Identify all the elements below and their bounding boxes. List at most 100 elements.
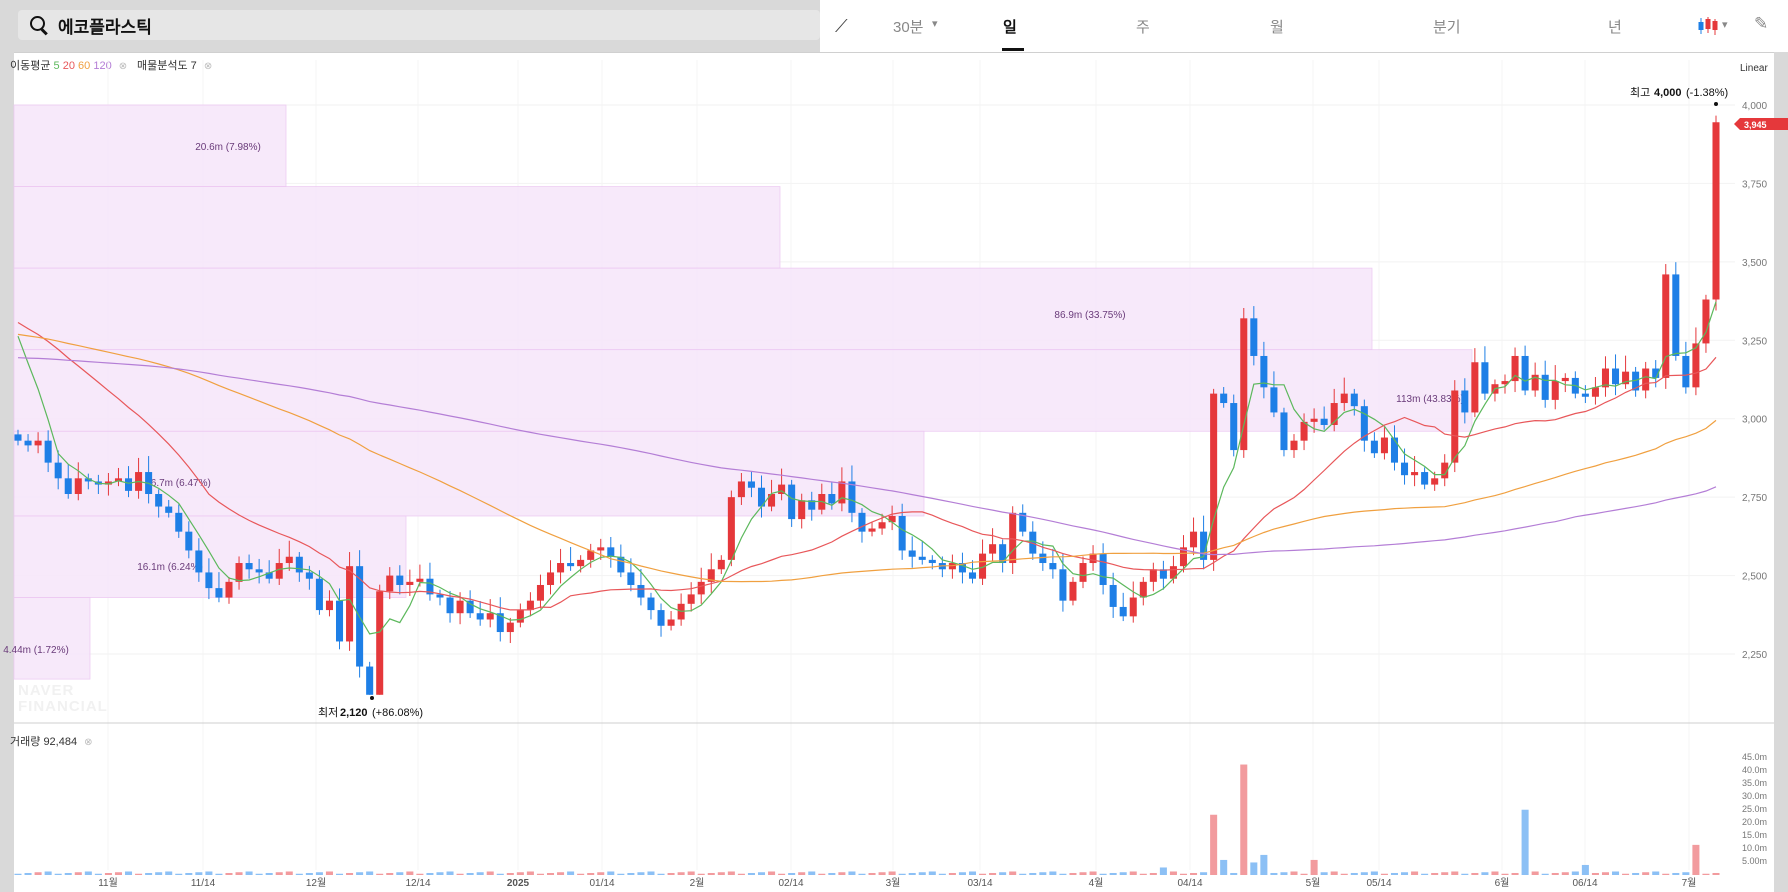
candle-body — [64, 478, 72, 495]
volume-bar — [788, 872, 796, 875]
candle-body — [235, 563, 243, 582]
volume-bar — [446, 871, 454, 875]
candle-body — [486, 613, 494, 620]
volume-bar — [727, 871, 735, 875]
candle-body — [325, 600, 333, 611]
volume-bar — [366, 871, 374, 875]
volume-bar — [979, 873, 987, 875]
candle-body — [647, 597, 655, 611]
volume-bar — [456, 873, 464, 875]
volume-bar — [205, 871, 213, 875]
volume-bar — [295, 873, 303, 875]
volume-bar — [114, 872, 122, 875]
volume-bar — [536, 873, 544, 875]
candle-body — [54, 462, 62, 479]
candle-body — [1320, 418, 1328, 425]
date-tick-label: 03/14 — [967, 878, 992, 889]
candle-body — [155, 494, 163, 507]
candle-body — [1069, 581, 1077, 601]
volume-bar — [1280, 872, 1288, 875]
volume-bar — [737, 873, 745, 875]
candle-body — [44, 440, 52, 463]
candle-body — [1230, 403, 1238, 451]
volume-bar — [1702, 873, 1710, 875]
volume-bar — [1220, 859, 1228, 875]
date-tick-label: 2025 — [507, 878, 530, 889]
price-tick-label: 3,000 — [1742, 415, 1767, 426]
volume-bar — [1009, 871, 1017, 875]
candle-body — [1421, 472, 1429, 485]
price-tick-label: 2,250 — [1742, 650, 1767, 661]
volume-bar — [1672, 872, 1680, 875]
volume-bar — [607, 871, 615, 875]
candle-body — [848, 481, 856, 513]
volume-bar — [928, 871, 936, 875]
volume-bar — [707, 872, 715, 875]
volume-bar — [848, 871, 856, 875]
volume-bar — [1200, 872, 1208, 875]
candle-body — [1642, 368, 1650, 391]
date-tick-label: 02/14 — [778, 878, 803, 889]
volume-bar — [1129, 871, 1137, 875]
date-tick-label: 06/14 — [1572, 878, 1597, 889]
volume-bar — [587, 872, 595, 875]
volume-bar — [898, 873, 906, 875]
candle-body — [597, 547, 605, 551]
volume-tick-label: 10.0m — [1742, 843, 1767, 853]
candle-body — [34, 440, 42, 446]
high-value: 4,000 — [1654, 87, 1682, 99]
candle-body — [868, 528, 876, 532]
volume-bar — [1612, 871, 1620, 875]
volume-bar — [667, 872, 675, 875]
candle-body — [1009, 512, 1017, 564]
candle-body — [1591, 387, 1599, 397]
volume-bar — [34, 872, 42, 875]
volume-bar — [868, 872, 876, 875]
volume-bar — [1350, 872, 1358, 875]
candle-body — [1561, 377, 1569, 382]
candle-body — [175, 512, 183, 532]
volume-bar — [245, 871, 253, 875]
candle-body — [366, 666, 374, 695]
date-tick-label: 11월 — [98, 877, 118, 889]
candle-body — [737, 481, 745, 498]
volume-bar — [1421, 873, 1429, 875]
volume-bar — [557, 872, 565, 875]
candle-body — [446, 597, 454, 614]
candle-body — [627, 572, 635, 585]
volume-bar — [1179, 873, 1188, 875]
volume-tick-label: 20.0m — [1742, 817, 1767, 827]
low-change: (+86.08%) — [372, 707, 423, 719]
candle-body — [1451, 390, 1459, 463]
candle-body — [245, 563, 253, 570]
volume-bar — [145, 872, 153, 875]
volume-bar — [1069, 872, 1077, 875]
candle-body — [295, 556, 303, 573]
candle-body — [1290, 440, 1298, 451]
volume-bar — [74, 872, 82, 875]
candle-body — [185, 531, 193, 551]
price-chart[interactable]: 4,000 3,750 3,500 3,250 3,000 2,750 2,500 2,250… — [0, 0, 1788, 892]
candle-body — [1481, 362, 1489, 394]
volume-bar — [125, 871, 133, 875]
volume-bar — [747, 872, 755, 875]
volume-bar — [426, 872, 434, 875]
candle-body — [968, 572, 977, 579]
volume-tick-label: 40.0m — [1742, 765, 1767, 775]
date-tick-label: 7월 — [1682, 877, 1697, 889]
volume-bar — [356, 872, 364, 875]
volume-bar — [14, 873, 22, 875]
candle-body — [1280, 412, 1288, 451]
candle-body — [717, 559, 725, 570]
candle-body — [506, 622, 514, 633]
volume-bar — [1029, 872, 1037, 875]
low-marker — [370, 696, 374, 700]
volume-bar — [1109, 872, 1117, 875]
volume-bar — [1079, 872, 1087, 875]
high-change: (-1.38%) — [1686, 87, 1728, 99]
date-tick-label: 2월 — [690, 877, 705, 889]
volume-bar — [175, 873, 183, 875]
volume-bar — [1581, 864, 1589, 875]
volume-bar — [285, 871, 293, 875]
volume-bar — [1320, 872, 1328, 875]
